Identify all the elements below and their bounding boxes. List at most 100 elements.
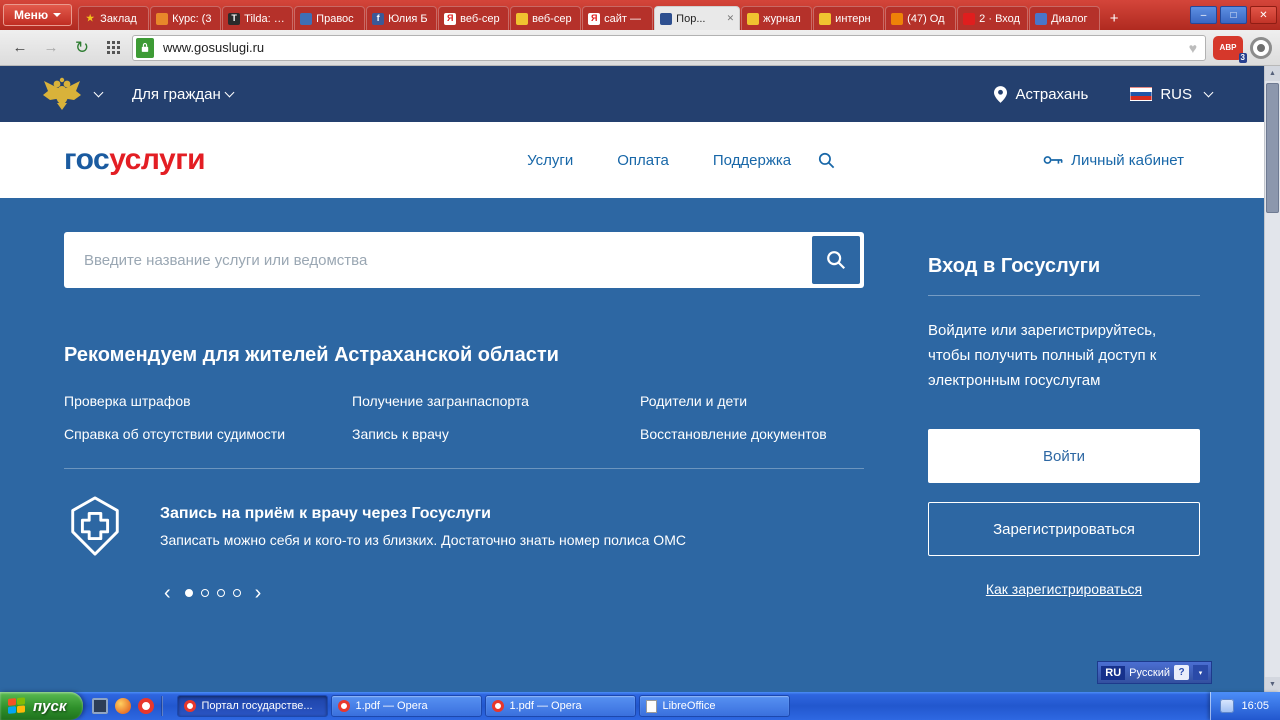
service-link-parents[interactable]: Родители и дети	[640, 393, 864, 409]
scrollbar-thumb[interactable]	[1266, 83, 1279, 213]
nav-link-support[interactable]: Поддержка	[713, 152, 791, 169]
langbar-options-button[interactable]: ▾	[1193, 665, 1208, 680]
service-link-passport[interactable]: Получение загранпаспорта	[352, 393, 640, 409]
window-maximize-button[interactable]: □	[1220, 6, 1247, 24]
task-button-pdf1[interactable]: 1.pdf — Opera	[331, 695, 483, 717]
tab-label: веб-сер	[532, 12, 572, 25]
carousel-dot[interactable]	[184, 589, 193, 597]
browser-tab-active[interactable]: Пор... ✕	[654, 6, 741, 30]
service-link-certificate[interactable]: Справка об отсутствии судимости	[64, 426, 352, 442]
address-field[interactable]: www.gosuslugi.ru ♥	[132, 34, 1206, 61]
task-button-gosuslugi[interactable]: Портал государстве...	[177, 695, 329, 717]
language-selector[interactable]: RUS	[1130, 85, 1214, 103]
secure-lock-icon[interactable]	[136, 37, 154, 58]
scroll-down-button[interactable]: ▼	[1265, 677, 1280, 692]
langbar-help-button[interactable]: ?	[1174, 665, 1189, 680]
reload-button[interactable]: ↻	[70, 36, 94, 60]
tab-strip: ★ Заклад Курс: (3 T Tilda: CV Правос f Юлия…	[78, 0, 1190, 30]
account-label: Личный кабинет	[1071, 151, 1184, 169]
how-to-register-link[interactable]: Как зарегистрироваться	[928, 581, 1200, 597]
carousel-dot[interactable]	[232, 589, 241, 597]
opera-quicklaunch-icon[interactable]	[138, 698, 155, 714]
audience-selector[interactable]: Для граждан	[132, 85, 235, 103]
login-text: Войдите или зарегистрируйтесь, чтобы пол…	[928, 322, 1157, 389]
login-button[interactable]: Войти	[928, 429, 1200, 483]
browser-tab[interactable]: Явеб-сер	[438, 6, 510, 30]
personal-account-link[interactable]: Личный кабинет	[1043, 152, 1184, 169]
nav-link-payment[interactable]: Оплата	[617, 152, 669, 169]
tab-label: Правос	[316, 12, 354, 25]
register-button[interactable]: Зарегистрироваться	[928, 502, 1200, 556]
carousel-dot[interactable]	[200, 589, 209, 597]
tab-label: веб-сер	[460, 12, 500, 25]
login-divider	[928, 295, 1200, 296]
window-minimize-button[interactable]: –	[1190, 6, 1217, 24]
browser-tab[interactable]: (47) Од	[885, 6, 957, 30]
chevron-down-icon	[93, 87, 104, 97]
scroll-up-button[interactable]: ▲	[1265, 66, 1280, 81]
tab-label: 2 · Вход	[979, 12, 1020, 25]
browser-quicklaunch-icon[interactable]	[115, 698, 132, 714]
browser-tab[interactable]: Правос	[294, 6, 366, 30]
window-close-button[interactable]: ✕	[1250, 6, 1277, 24]
chevron-down-icon	[53, 13, 62, 17]
browser-tab[interactable]: T Tilda: CV	[222, 6, 294, 30]
login-panel: Вход в Госуслуги Войдите или зарегистрир…	[928, 255, 1200, 597]
gosuslugi-logo[interactable]: госуслуги	[64, 143, 206, 177]
browser-tab[interactable]: 2 · Вход	[957, 6, 1029, 30]
browser-tab[interactable]: Ясайт —	[582, 6, 654, 30]
recommend-title: Рекомендуем для жителей Астраханской обл…	[64, 344, 559, 366]
extension-icon[interactable]	[1250, 36, 1272, 59]
language-bar[interactable]: RU Русский ? ▾	[1097, 661, 1212, 684]
tab-close-icon[interactable]: ✕	[727, 13, 735, 24]
task-button-libreoffice[interactable]: LibreOffice	[639, 695, 791, 717]
service-link-documents[interactable]: Восстановление документов	[640, 426, 864, 442]
start-button-label: пуск	[33, 697, 67, 715]
forward-button[interactable]: →	[39, 36, 63, 60]
tab-label: Tilda: CV	[244, 12, 288, 25]
adblock-icon[interactable]: ABP 3	[1213, 35, 1247, 63]
site-favicon	[747, 12, 760, 25]
promo-banner[interactable]: Запись на приём к врачу через Госуслуги …	[64, 495, 864, 557]
bookmark-star-icon: ★	[86, 13, 95, 23]
browser-tab[interactable]: интерн	[813, 6, 885, 30]
browser-tab[interactable]: Диалог	[1029, 6, 1101, 30]
banner-title: Запись на приём к врачу через Госуслуги	[160, 504, 491, 522]
tray-icon[interactable]	[1220, 699, 1235, 713]
header-search-icon[interactable]	[817, 151, 836, 170]
service-link-doctor[interactable]: Запись к врачу	[352, 426, 640, 442]
service-link-fines[interactable]: Проверка штрафов	[64, 393, 352, 409]
bookmark-heart-icon[interactable]: ♥	[1185, 40, 1201, 56]
site-favicon	[516, 12, 529, 25]
task-button-pdf2[interactable]: 1.pdf — Opera	[485, 695, 637, 717]
libreoffice-icon	[646, 699, 658, 713]
start-button[interactable]: пуск	[0, 692, 84, 720]
site-favicon	[300, 12, 313, 25]
browser-tab[interactable]: журнал	[741, 6, 813, 30]
banner-text: Записать можно себя и кого-то из близких…	[160, 531, 686, 548]
taskbar-tasks: Портал государстве... 1.pdf — Opera 1.pd…	[172, 695, 1210, 717]
browser-tab[interactable]: ★ Заклад	[78, 6, 150, 30]
taskbar-clock: 16:05	[1241, 700, 1269, 712]
show-desktop-icon[interactable]	[92, 698, 109, 714]
location-selector[interactable]: Астрахань	[994, 86, 1088, 103]
coat-of-arms-selector[interactable]	[40, 76, 104, 112]
main-content: Рекомендуем для жителей Астраханской обл…	[64, 232, 864, 603]
browser-menu-button[interactable]: Меню	[3, 4, 73, 26]
browser-tab[interactable]: f Юлия Б	[366, 6, 438, 30]
service-search-input[interactable]	[64, 251, 812, 269]
browser-tab[interactable]: веб-сер	[510, 6, 582, 30]
speed-dial-icon[interactable]	[101, 36, 125, 60]
browser-tab[interactable]: Курс: (3	[150, 6, 222, 30]
scrollbar[interactable]: ▲ ▼	[1264, 66, 1280, 692]
carousel-dot[interactable]	[216, 589, 225, 597]
carousel-prev-button[interactable]: ‹	[164, 583, 171, 603]
carousel-next-button[interactable]: ›	[255, 583, 262, 603]
audience-label: Для граждан	[132, 85, 221, 103]
nav-link-services[interactable]: Услуги	[527, 152, 573, 169]
new-tab-button[interactable]: +	[1103, 7, 1125, 29]
search-button[interactable]	[812, 236, 860, 284]
logo-text-blue: гос	[64, 143, 110, 176]
back-button[interactable]: ←	[8, 36, 32, 60]
language-label: RUS	[1160, 85, 1192, 103]
